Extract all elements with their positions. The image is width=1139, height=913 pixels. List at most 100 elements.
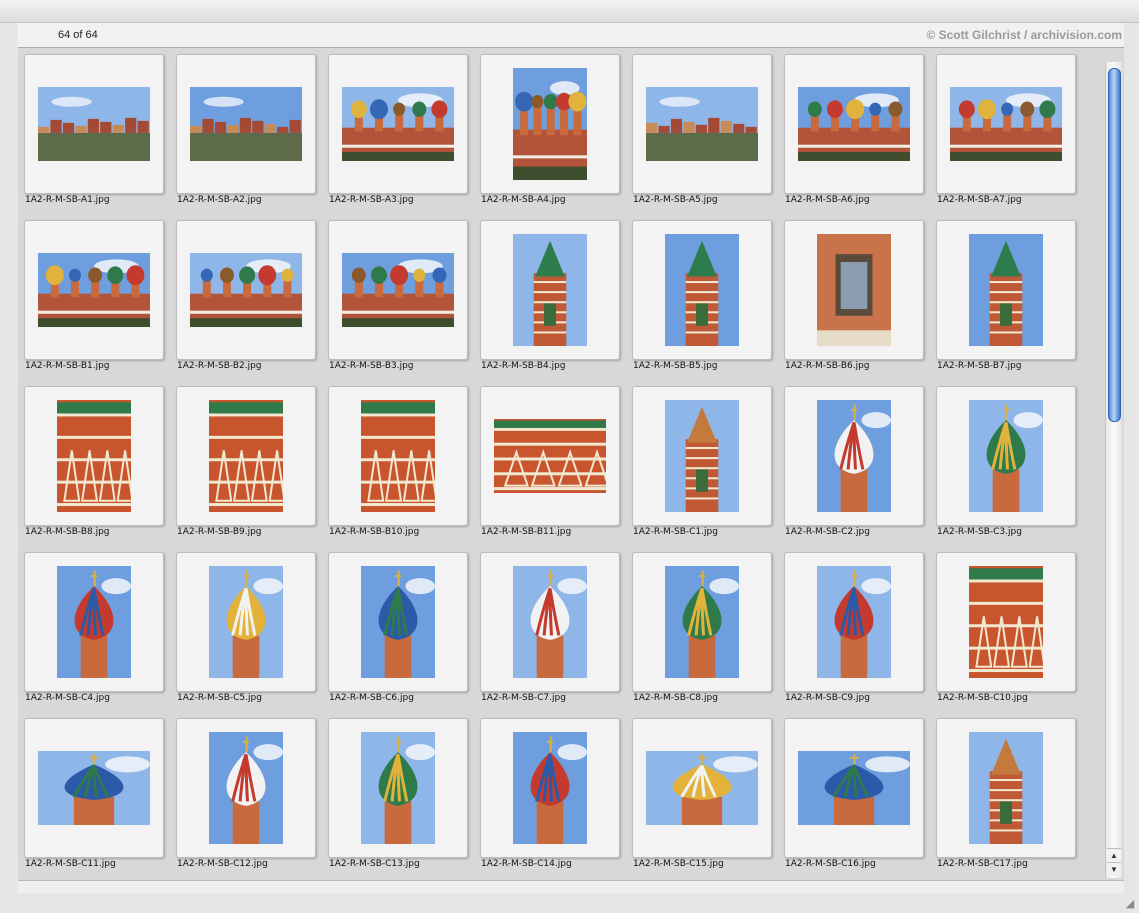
thumbnail-image[interactable] [57, 400, 131, 512]
slide-frame[interactable] [176, 220, 316, 360]
slide-frame[interactable] [632, 718, 772, 858]
slide-frame[interactable] [24, 552, 164, 692]
slide-frame[interactable] [24, 54, 164, 194]
thumbnail-item[interactable]: 1A2-R-M-SB-A6.jpg [784, 54, 924, 210]
thumbnail-item[interactable]: 1A2-R-M-SB-C12.jpg [176, 718, 316, 874]
thumbnail-item[interactable]: 1A2-R-M-SB-C17.jpg [936, 718, 1076, 874]
thumbnail-item[interactable]: 1A2-R-M-SB-A5.jpg [632, 54, 772, 210]
thumbnail-item[interactable]: 1A2-R-M-SB-C10.jpg [936, 552, 1076, 708]
thumbnail-image[interactable] [342, 87, 454, 161]
slide-frame[interactable] [632, 552, 772, 692]
thumbnail-image[interactable] [665, 234, 739, 346]
thumbnail-image[interactable] [361, 400, 435, 512]
thumbnail-item[interactable]: 1A2-R-M-SB-C7.jpg [480, 552, 620, 708]
thumbnail-image[interactable] [38, 253, 150, 327]
scroll-up-arrow-icon[interactable]: ▲ [1107, 848, 1121, 862]
thumbnail-image[interactable] [646, 751, 758, 825]
thumbnail-image[interactable] [209, 732, 283, 844]
slide-frame[interactable] [176, 718, 316, 858]
thumbnail-item[interactable]: 1A2-R-M-SB-A3.jpg [328, 54, 468, 210]
thumbnail-image[interactable] [665, 566, 739, 678]
thumbnail-image[interactable] [665, 400, 739, 512]
slide-frame[interactable] [328, 718, 468, 858]
slide-frame[interactable] [784, 552, 924, 692]
thumbnail-image[interactable] [513, 566, 587, 678]
slide-frame[interactable] [936, 718, 1076, 858]
thumbnail-image[interactable] [646, 87, 758, 161]
thumbnail-item[interactable]: 1A2-R-M-SB-B4.jpg [480, 220, 620, 376]
thumbnail-item[interactable]: 1A2-R-M-SB-C9.jpg [784, 552, 924, 708]
thumbnail-item[interactable]: 1A2-R-M-SB-B8.jpg [24, 386, 164, 542]
thumbnail-image[interactable] [190, 253, 302, 327]
thumbnail-item[interactable]: 1A2-R-M-SB-B5.jpg [632, 220, 772, 376]
scroll-down-arrow-icon[interactable]: ▼ [1107, 862, 1121, 876]
thumbnail-image[interactable] [513, 732, 587, 844]
thumbnail-image[interactable] [209, 400, 283, 512]
thumbnail-item[interactable]: 1A2-R-M-SB-C1.jpg [632, 386, 772, 542]
thumbnail-image[interactable] [817, 566, 891, 678]
resize-grip-icon[interactable]: ◢ [1123, 897, 1137, 911]
thumbnail-image[interactable] [817, 234, 891, 346]
slide-frame[interactable] [936, 54, 1076, 194]
slide-frame[interactable] [784, 220, 924, 360]
thumbnail-item[interactable]: 1A2-R-M-SB-B2.jpg [176, 220, 316, 376]
slide-frame[interactable] [176, 552, 316, 692]
thumbnail-image[interactable] [38, 87, 150, 161]
thumbnail-item[interactable]: 1A2-R-M-SB-C2.jpg [784, 386, 924, 542]
slide-frame[interactable] [480, 552, 620, 692]
slide-frame[interactable] [328, 386, 468, 526]
thumbnail-image[interactable] [361, 566, 435, 678]
slide-frame[interactable] [632, 386, 772, 526]
thumbnail-item[interactable]: 1A2-R-M-SB-C5.jpg [176, 552, 316, 708]
thumbnail-item[interactable]: 1A2-R-M-SB-B3.jpg [328, 220, 468, 376]
thumbnail-image[interactable] [209, 566, 283, 678]
thumbnail-item[interactable]: 1A2-R-M-SB-B6.jpg [784, 220, 924, 376]
slide-frame[interactable] [936, 552, 1076, 692]
thumbnail-item[interactable]: 1A2-R-M-SB-C11.jpg [24, 718, 164, 874]
vertical-scrollbar[interactable]: ▲ ▼ [1105, 62, 1122, 878]
thumbnail-image[interactable] [817, 400, 891, 512]
thumbnail-image[interactable] [361, 732, 435, 844]
thumbnail-image[interactable] [57, 566, 131, 678]
slide-frame[interactable] [24, 386, 164, 526]
slide-frame[interactable] [24, 220, 164, 360]
thumbnail-image[interactable] [513, 68, 587, 180]
slide-frame[interactable] [328, 220, 468, 360]
thumbnail-image[interactable] [969, 400, 1043, 512]
slide-frame[interactable] [480, 54, 620, 194]
thumbnail-item[interactable]: 1A2-R-M-SB-C6.jpg [328, 552, 468, 708]
thumbnail-image[interactable] [513, 234, 587, 346]
slide-frame[interactable] [328, 54, 468, 194]
slide-frame[interactable] [936, 220, 1076, 360]
thumbnail-item[interactable]: 1A2-R-M-SB-B11.jpg [480, 386, 620, 542]
slide-frame[interactable] [632, 220, 772, 360]
thumbnail-image[interactable] [969, 234, 1043, 346]
slide-frame[interactable] [784, 54, 924, 194]
thumbnail-item[interactable]: 1A2-R-M-SB-A1.jpg [24, 54, 164, 210]
thumbnail-item[interactable]: 1A2-R-M-SB-C13.jpg [328, 718, 468, 874]
slide-frame[interactable] [480, 220, 620, 360]
thumbnail-item[interactable]: 1A2-R-M-SB-C4.jpg [24, 552, 164, 708]
thumbnail-item[interactable]: 1A2-R-M-SB-C15.jpg [632, 718, 772, 874]
thumbnail-image[interactable] [969, 566, 1043, 678]
slide-frame[interactable] [784, 386, 924, 526]
thumbnail-item[interactable]: 1A2-R-M-SB-A2.jpg [176, 54, 316, 210]
slide-frame[interactable] [632, 54, 772, 194]
slide-frame[interactable] [176, 386, 316, 526]
thumbnail-image[interactable] [342, 253, 454, 327]
thumbnail-item[interactable]: 1A2-R-M-SB-C3.jpg [936, 386, 1076, 542]
slide-frame[interactable] [784, 718, 924, 858]
thumbnail-image[interactable] [969, 732, 1043, 844]
thumbnail-image[interactable] [798, 87, 910, 161]
scrollbar-thumb[interactable] [1108, 68, 1121, 422]
thumbnail-item[interactable]: 1A2-R-M-SB-C16.jpg [784, 718, 924, 874]
slide-frame[interactable] [176, 54, 316, 194]
slide-frame[interactable] [24, 718, 164, 858]
thumbnail-image[interactable] [494, 419, 606, 493]
thumbnail-item[interactable]: 1A2-R-M-SB-B1.jpg [24, 220, 164, 376]
slide-frame[interactable] [480, 386, 620, 526]
slide-frame[interactable] [328, 552, 468, 692]
thumbnail-image[interactable] [190, 87, 302, 161]
thumbnail-item[interactable]: 1A2-R-M-SB-C8.jpg [632, 552, 772, 708]
thumbnail-image[interactable] [38, 751, 150, 825]
